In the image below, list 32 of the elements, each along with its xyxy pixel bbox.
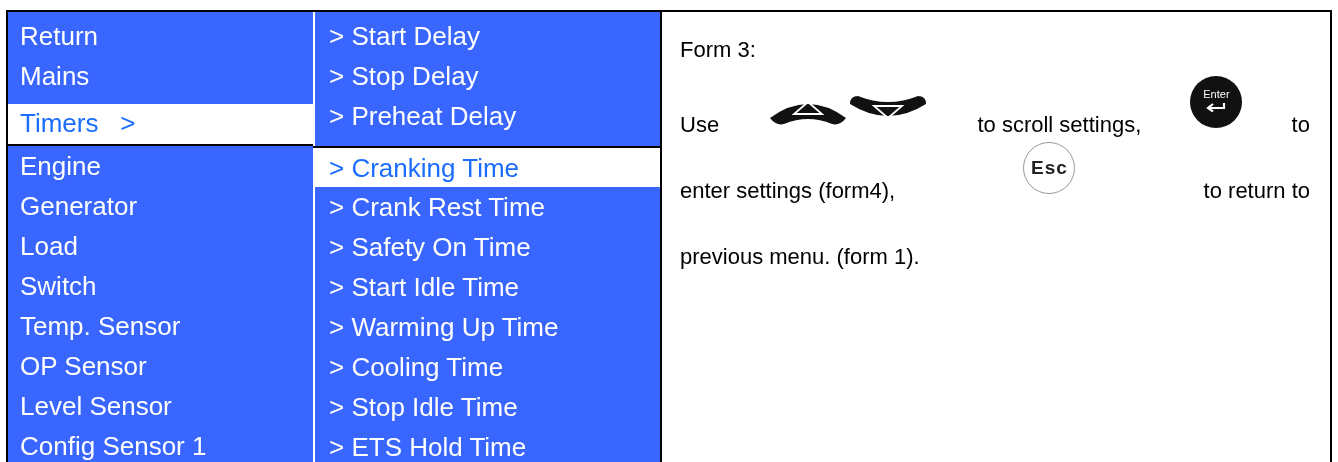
menu-item[interactable]: Switch — [8, 266, 313, 306]
menu-item[interactable]: > Safety On Time — [315, 227, 660, 267]
menu-item[interactable]: OP Sensor — [8, 346, 313, 386]
menu-item[interactable]: > Warming Up Time — [315, 307, 660, 347]
menu-item[interactable]: Mains — [8, 56, 313, 96]
instruction-text: to return to — [1203, 178, 1310, 204]
menu-item[interactable]: > ETS Hold Time — [315, 427, 660, 462]
menu-item[interactable]: Load — [8, 226, 313, 266]
menu-item[interactable]: > Cranking Time — [313, 146, 660, 187]
instruction-text: previous menu. (form 1). — [680, 244, 920, 270]
menu-item[interactable]: > Start Delay — [315, 16, 660, 56]
menu-item[interactable]: > Stop Idle Time — [315, 387, 660, 427]
menu-item[interactable]: Timers > — [8, 104, 313, 146]
enter-key: Enter — [1190, 76, 1243, 128]
return-arrow-icon — [1205, 102, 1228, 112]
instruction-text: enter settings (form4), — [680, 178, 896, 204]
menu-item[interactable]: Level Sensor — [8, 386, 313, 426]
menu-item[interactable]: Return — [8, 16, 313, 56]
instruction-text: to — [1291, 112, 1310, 138]
menu-item[interactable]: Config Sensor 1 — [8, 426, 313, 462]
menu-item[interactable]: > Start Idle Time — [315, 267, 660, 307]
menu-item[interactable]: > Cooling Time — [315, 347, 660, 387]
menu-item[interactable]: > Stop Delay — [315, 56, 660, 96]
menu-item[interactable]: Generator — [8, 186, 313, 226]
menu-item[interactable]: > Preheat Delay — [315, 96, 660, 136]
instruction-text: to scroll settings, — [977, 112, 1142, 138]
menu-item[interactable]: Engine — [8, 146, 313, 186]
esc-key: Esc — [1023, 142, 1076, 194]
menu-item[interactable]: > Crank Rest Time — [315, 187, 660, 227]
instruction-text: Use — [680, 112, 720, 138]
form-title: Form 3: — [680, 36, 757, 64]
menu-item[interactable]: Temp. Sensor — [8, 306, 313, 346]
